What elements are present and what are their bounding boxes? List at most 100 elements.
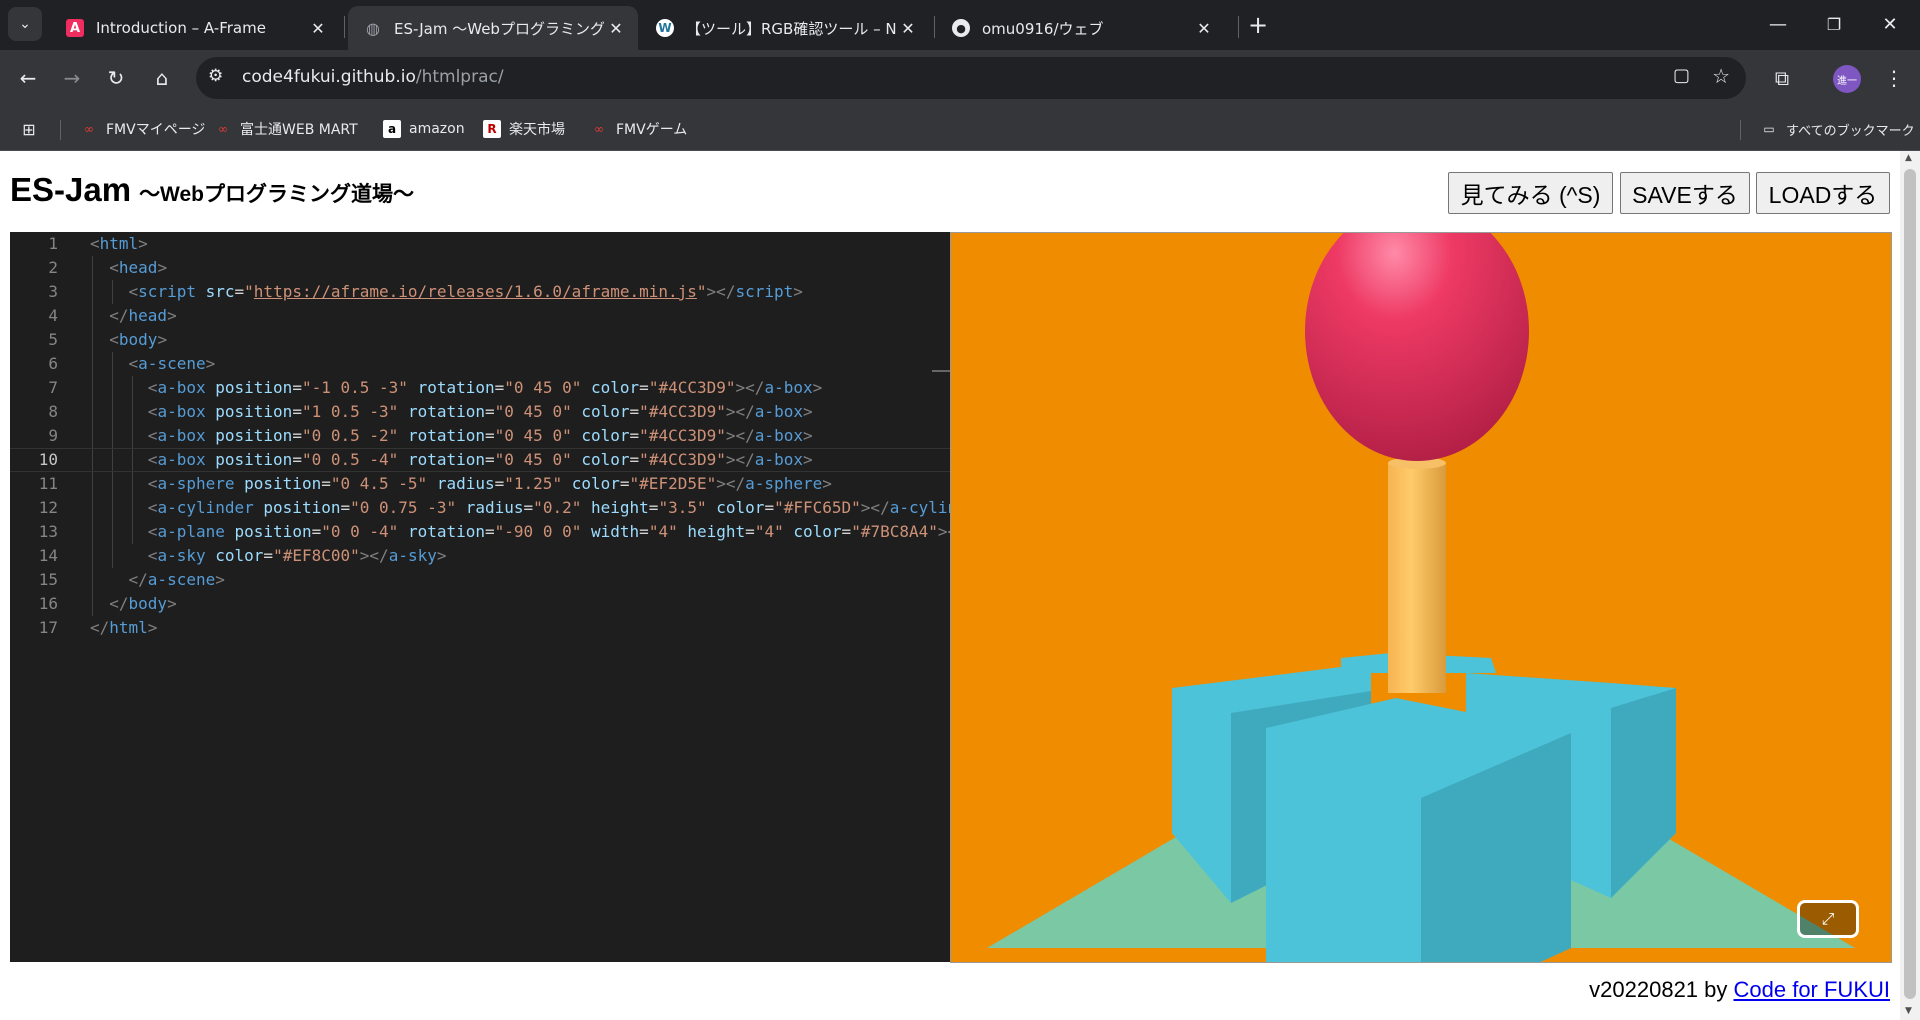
bookmark-label: FMVマイページ: [106, 122, 206, 138]
site-info-icon[interactable]: ⚙: [208, 66, 223, 86]
extensions-button[interactable]: ⧉: [1764, 60, 1800, 96]
code-line: 5 <body>: [10, 328, 950, 352]
plus-icon: +: [1247, 11, 1269, 39]
minimize-icon: —: [1769, 13, 1787, 35]
view-button[interactable]: 見てみる (^S): [1448, 172, 1613, 214]
code-for-fukui-link[interactable]: Code for FUKUI: [1734, 977, 1891, 1002]
tab-search-button[interactable]: ⌄: [8, 7, 42, 41]
fujitsu-logo-icon: ∞: [594, 122, 604, 136]
scene-render: [987, 233, 1855, 962]
tab-title: ES-Jam 〜Webプログラミング道場〜: [394, 19, 604, 38]
home-button[interactable]: ⌂: [144, 60, 180, 96]
window-close-button[interactable]: ✕: [1862, 0, 1918, 48]
profile-avatar[interactable]: 進一: [1833, 65, 1861, 93]
line-number: 9: [48, 426, 58, 445]
line-number: 12: [38, 498, 58, 517]
scroll-up-icon[interactable]: ▲: [1905, 153, 1912, 163]
line-number: 11: [38, 474, 58, 493]
browser-toolbar: ← → ↻ ⌂ ⚙ code4fukui.github.io/htmlprac/…: [0, 50, 1920, 108]
aframe-icon: A: [66, 19, 84, 37]
url-text[interactable]: code4fukui.github.io/htmlprac/: [242, 67, 504, 87]
bookmark-fmv-game[interactable]: ∞ FMVゲーム: [590, 118, 687, 140]
address-bar[interactable]: ⚙ code4fukui.github.io/htmlprac/ ▢ ☆: [196, 57, 1746, 99]
fujitsu-logo-icon: ∞: [218, 122, 228, 136]
line-number: 10: [38, 450, 58, 469]
code-text: <a-sphere position="0 4.5 -5" radius="1.…: [147, 474, 832, 493]
version-text: v20220821 by: [1589, 977, 1734, 1002]
tab-divider: [934, 16, 935, 38]
code-line: 9 <a-box position="0 0.5 -2" rotation="0…: [10, 424, 950, 448]
code-text: <head>: [109, 258, 168, 277]
bookmark-rakuten[interactable]: R 楽天市場: [483, 118, 565, 140]
all-bookmarks-button[interactable]: ▭ すべてのブックマーク: [1760, 118, 1915, 140]
code-line: 11 <a-sphere position="0 4.5 -5" radius=…: [10, 472, 950, 496]
bookmark-amazon[interactable]: a amazon: [383, 118, 465, 140]
line-number: 7: [48, 378, 58, 397]
reload-button[interactable]: ↻: [98, 60, 134, 96]
globe-icon: ◍: [366, 18, 380, 38]
new-tab-button[interactable]: +: [1240, 7, 1276, 43]
code-text: </html>: [90, 618, 158, 637]
apps-button[interactable]: ⊞: [20, 118, 46, 140]
line-number: 6: [48, 354, 58, 373]
aframe-preview[interactable]: ⤢: [950, 232, 1892, 963]
close-icon[interactable]: ✕: [896, 19, 920, 38]
scrollbar-thumb[interactable]: [1904, 169, 1916, 999]
code-text: <a-box position="0 0.5 -2" rotation="0 4…: [147, 426, 813, 445]
bookmark-fujitsu-web-mart[interactable]: ∞ 富士通WEB MART: [214, 118, 358, 140]
home-icon: ⌂: [155, 66, 169, 90]
bookmark-fmv-mypage[interactable]: ∞ FMVマイページ: [80, 118, 205, 140]
close-icon: ✕: [1882, 13, 1898, 35]
load-button[interactable]: LOADする: [1756, 172, 1890, 214]
vr-mode-button[interactable]: ⤢: [1797, 900, 1859, 938]
minimize-button[interactable]: —: [1750, 0, 1806, 48]
code-line: 8 <a-box position="1 0.5 -3" rotation="0…: [10, 400, 950, 424]
code-text: <a-sky color="#EF8C00"></a-sky>: [147, 546, 447, 565]
menu-button[interactable]: ⋮: [1876, 60, 1912, 96]
page-scrollbar[interactable]: ▲ ▼: [1900, 151, 1920, 1020]
code-text: <a-box position="0 0.5 -4" rotation="0 4…: [147, 450, 813, 469]
code-line: 7 <a-box position="-1 0.5 -3" rotation="…: [10, 376, 950, 400]
github-icon: ●: [952, 19, 970, 37]
line-number: 8: [48, 402, 58, 421]
bookmark-label: すべてのブックマーク: [1786, 123, 1915, 139]
back-button[interactable]: ←: [10, 60, 46, 96]
line-number: 5: [48, 330, 58, 349]
tab-title: 【ツール】RGB確認ツール – NEMOTO: [686, 19, 896, 38]
tab-github[interactable]: ● omu0916/ウェブ ✕: [936, 6, 1226, 50]
script-src-url[interactable]: https://aframe.io/releases/1.6.0/aframe.…: [254, 282, 697, 301]
close-icon[interactable]: ✕: [306, 19, 330, 38]
sphere-shape: [1305, 233, 1529, 461]
tab-aframe[interactable]: A Introduction – A-Frame ✕: [50, 6, 340, 50]
bookmark-star-icon[interactable]: ☆: [1712, 64, 1730, 88]
scroll-down-icon[interactable]: ▼: [1905, 1006, 1912, 1016]
amazon-icon: a: [383, 120, 401, 138]
url-path: /htmlprac/: [415, 67, 504, 87]
clipboard-icon[interactable]: ▢: [1673, 65, 1690, 86]
save-button[interactable]: SAVEする: [1620, 172, 1750, 214]
restore-button[interactable]: ❐: [1806, 0, 1862, 48]
bookmark-label: FMVゲーム: [616, 122, 688, 138]
folder-icon: ▭: [1763, 122, 1775, 136]
line-number: 3: [48, 282, 58, 301]
code-line: 12 <a-cylinder position="0 0.75 -3" radi…: [10, 496, 950, 520]
code-text: <a-cylinder position="0 0.75 -3" radius=…: [147, 498, 950, 517]
tab-divider: [344, 16, 345, 38]
bookmark-divider: [1740, 120, 1741, 140]
code-line: 2 <head>: [10, 256, 950, 280]
app-subtitle: 〜Webプログラミング道場〜: [139, 183, 415, 206]
apps-grid-icon: ⊞: [22, 119, 36, 139]
tab-rgb-tool[interactable]: W 【ツール】RGB確認ツール – NEMOTO ✕: [640, 6, 930, 50]
code-editor[interactable]: 1 <html> 2 <head> 3 <script src="https://…: [10, 232, 950, 962]
close-icon[interactable]: ✕: [1192, 19, 1216, 38]
forward-button[interactable]: →: [54, 60, 90, 96]
puzzle-icon: ⧉: [1774, 66, 1790, 90]
close-icon[interactable]: ✕: [604, 19, 628, 38]
code-line: 17 </html>: [10, 616, 950, 640]
url-host: code4fukui.github.io: [242, 67, 416, 87]
code-text: </a-scene>: [128, 570, 225, 589]
arrow-left-icon: ←: [19, 66, 37, 90]
tab-esjam[interactable]: ◍ ES-Jam 〜Webプログラミング道場〜 ✕: [348, 6, 638, 50]
line-number: 17: [38, 618, 58, 637]
page-content: ES-Jam 〜Webプログラミング道場〜 見てみる (^S) SAVEする LO…: [0, 151, 1900, 1020]
